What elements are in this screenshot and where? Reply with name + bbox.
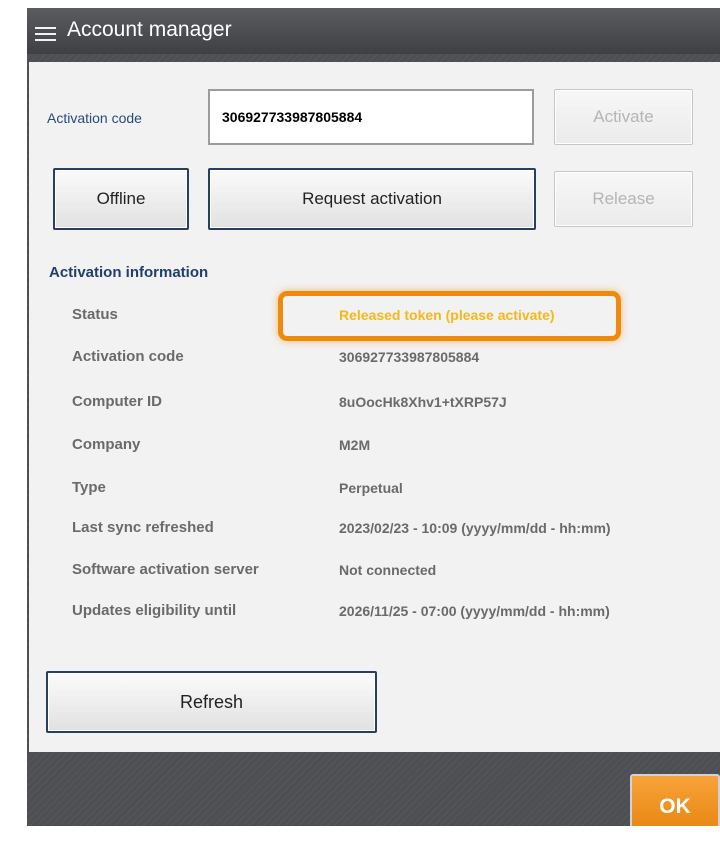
info-value-company: M2M [339,437,371,453]
info-value-type: Perpetual [339,480,403,496]
status-highlight-box [278,291,621,341]
activate-button[interactable]: Activate [554,89,693,145]
title-bar: Account manager [27,8,720,54]
info-label-last-sync: Last sync refreshed [72,519,214,536]
hamburger-menu-icon[interactable] [35,27,56,41]
info-label-type: Type [72,479,106,496]
info-value-computer-id: 8uOocHk8Xhv1+tXRP57J [339,394,507,410]
release-button[interactable]: Release [554,171,693,227]
info-label-status: Status [72,306,118,323]
ok-button[interactable]: OK [630,774,720,826]
info-label-activation-server: Software activation server [72,561,259,578]
info-value-activation-code: 306927733987805884 [339,349,480,365]
info-value-activation-server: Not connected [339,562,437,578]
info-label-updates-eligibility: Updates eligibility until [72,602,237,619]
account-manager-window: Account manager Activation code Activate… [27,8,720,826]
refresh-button[interactable]: Refresh [46,671,377,733]
info-label-activation-code: Activation code [72,348,184,365]
request-activation-button[interactable]: Request activation [208,168,536,230]
activation-info-title: Activation information [49,264,209,281]
info-value-last-sync: 2023/02/23 - 10:09 (yyyy/mm/dd - hh:mm) [339,520,611,536]
activation-code-label: Activation code [47,110,142,126]
activation-code-input[interactable] [208,89,534,145]
info-label-computer-id: Computer ID [72,393,162,410]
info-label-company: Company [72,436,141,453]
offline-button[interactable]: Offline [53,168,189,230]
info-value-updates-eligibility: 2026/11/25 - 07:00 (yyyy/mm/dd - hh:mm) [339,603,610,619]
window-title: Account manager [67,18,232,41]
